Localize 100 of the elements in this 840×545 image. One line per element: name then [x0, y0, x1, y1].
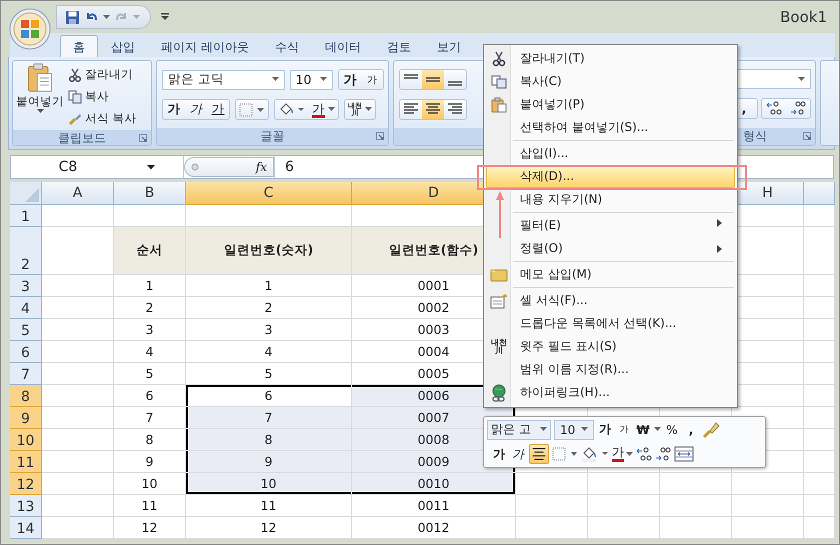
row-header[interactable]: 1	[10, 205, 42, 227]
caret-icon	[320, 77, 327, 82]
dialog-launcher-icon[interactable]	[376, 132, 384, 140]
name-box[interactable]: C8	[11, 156, 184, 178]
font-size-field[interactable]: 10	[290, 70, 333, 90]
customize-icon[interactable]	[161, 13, 169, 21]
brush-icon[interactable]	[702, 420, 720, 439]
table-cell: 8	[186, 429, 352, 451]
center-align-icon[interactable]	[529, 444, 549, 464]
row-header[interactable]: 12	[10, 473, 42, 495]
submenu-arrow-icon	[717, 245, 722, 253]
table-cell: 5	[114, 363, 186, 385]
scissors-icon	[492, 50, 506, 66]
row-header[interactable]: 14	[10, 517, 42, 539]
insert-function-button[interactable]: fx	[256, 160, 267, 174]
italic-button[interactable]: 가	[185, 100, 207, 119]
column-header[interactable]: C	[186, 182, 352, 205]
comma-style-button[interactable]: ,	[683, 420, 699, 440]
font-color-button[interactable]: 가	[612, 444, 633, 464]
font-size-field[interactable]: 10	[554, 420, 594, 440]
ribbon-tab[interactable]: 데이터	[312, 35, 374, 57]
increase-decimal-icon[interactable]	[636, 447, 652, 462]
table-cell: 4	[186, 341, 352, 363]
caret-icon	[272, 77, 279, 82]
ribbon-tab[interactable]: 수식	[262, 35, 312, 57]
table-cell: 12	[114, 517, 186, 539]
vertical-align-icon[interactable]	[422, 70, 444, 89]
caret-icon	[328, 107, 335, 112]
row-header[interactable]: 7	[10, 363, 42, 385]
grow-font-button[interactable]: 가	[597, 420, 613, 440]
table-cell: 0011	[352, 495, 516, 517]
fill-color-icon[interactable]	[581, 446, 609, 462]
caret-icon	[798, 76, 805, 82]
copy-icon	[491, 74, 507, 88]
menu-item[interactable]: 선택하여 붙여넣기(S)...	[486, 116, 735, 139]
clipboard-icon	[491, 96, 507, 112]
merge-center-icon[interactable]	[674, 446, 694, 462]
underline-button[interactable]: 가	[207, 100, 229, 119]
table-cell: 3	[186, 319, 352, 341]
row-header[interactable]: 9	[10, 407, 42, 429]
save-icon[interactable]	[65, 10, 80, 24]
font-name-field[interactable]: 맑은 고딕	[162, 70, 285, 90]
ribbon-tab[interactable]: 삽입	[98, 35, 148, 57]
table-cell: 3	[114, 319, 186, 341]
resize-handle-icon[interactable]	[191, 163, 199, 171]
menu-item[interactable]: 삭제(D)...	[486, 165, 735, 188]
clipboard-action[interactable]: 서식 복사	[68, 109, 137, 128]
menu-item[interactable]: 복사(C)	[486, 70, 735, 93]
row-header[interactable]: 3	[10, 275, 42, 297]
column-heading-cell: 순서	[114, 227, 186, 275]
table-cell: 1	[186, 275, 352, 297]
ribbon-tab[interactable]: 홈	[60, 35, 98, 57]
ribbon-tab[interactable]: 보기	[424, 35, 474, 57]
caret-icon[interactable]	[103, 14, 110, 20]
ribbon-tab[interactable]: 페이지 레이아웃	[148, 35, 262, 57]
bold-button[interactable]: 가	[163, 100, 185, 119]
row-header[interactable]: 8	[10, 385, 42, 407]
paste-button[interactable]: 붙여넣기	[15, 63, 65, 128]
font-name-field[interactable]: 맑은 고	[487, 420, 551, 440]
dialog-launcher-icon[interactable]	[803, 132, 811, 140]
borders-icon[interactable]	[552, 447, 578, 462]
menu-item[interactable]: 잘라내기(T)	[486, 47, 735, 70]
currency-button[interactable]: ₩	[635, 420, 651, 440]
percent-button[interactable]: %	[664, 420, 680, 440]
clipboard-action[interactable]: 복사	[68, 87, 137, 106]
row-header[interactable]: 5	[10, 319, 42, 341]
menu-item[interactable]: 삽입(I)...	[486, 139, 735, 165]
table-cell: 11	[186, 495, 352, 517]
window-title: Book1	[780, 8, 827, 26]
globe-icon	[490, 384, 508, 402]
horizontal-align-icon[interactable]	[422, 100, 444, 119]
brush-icon	[68, 112, 82, 126]
caret-icon	[540, 427, 547, 432]
row-header[interactable]: 6	[10, 341, 42, 363]
borders-icon[interactable]	[239, 102, 265, 116]
shrink-font-button[interactable]: 가	[361, 70, 383, 89]
row-header[interactable]: 4	[10, 297, 42, 319]
table-cell: 2	[114, 297, 186, 319]
row-header[interactable]: 11	[10, 451, 42, 473]
table-cell: 11	[114, 495, 186, 517]
column-heading-cell: 일련번호(숫자)	[186, 227, 352, 275]
caret-icon	[581, 427, 588, 432]
comma-style-button[interactable]: ,	[731, 99, 757, 118]
caret-icon[interactable]	[654, 427, 661, 432]
shrink-font-button[interactable]: 가	[616, 420, 632, 440]
group-label: 형식	[743, 128, 767, 145]
column-header[interactable]: A	[42, 182, 114, 205]
grow-font-button[interactable]: 가	[339, 70, 361, 89]
decrease-decimal-icon[interactable]	[655, 447, 671, 462]
dialog-launcher-icon[interactable]	[139, 134, 147, 142]
ribbon-tab[interactable]: 검토	[374, 35, 424, 57]
fill-color-icon[interactable]	[278, 102, 306, 118]
row-header[interactable]: 2	[10, 227, 42, 275]
table-cell: 1	[114, 275, 186, 297]
format-cells-icon	[490, 292, 508, 308]
column-header[interactable]: B	[114, 182, 186, 205]
clipboard-action[interactable]: 잘라내기	[68, 65, 137, 84]
scissors-icon	[68, 68, 82, 82]
row-header[interactable]: 10	[10, 429, 42, 451]
row-header[interactable]: 13	[10, 495, 42, 517]
